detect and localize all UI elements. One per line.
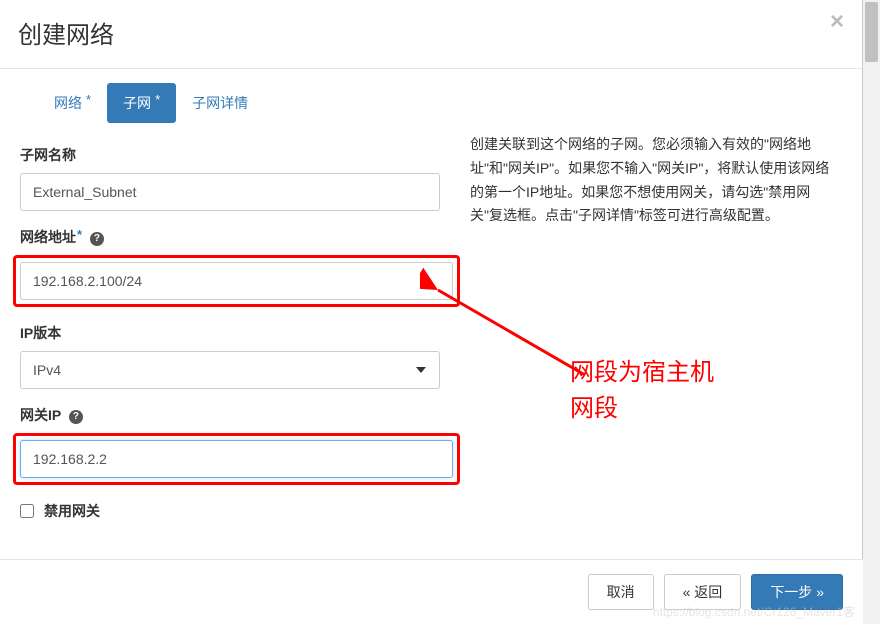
required-mark: * <box>86 92 91 107</box>
help-text: 创建关联到这个网络的子网。您必须输入有效的"网络地址"和"网关IP"。如果您不输… <box>470 133 842 228</box>
vertical-scrollbar[interactable] <box>863 0 880 624</box>
tab-network[interactable]: 网络 * <box>38 83 107 123</box>
field-disable-gateway: 禁用网关 <box>20 501 440 521</box>
help-column: 创建关联到这个网络的子网。您必须输入有效的"网络地址"和"网关IP"。如果您不输… <box>470 83 842 521</box>
subnet-name-input[interactable] <box>20 173 440 211</box>
subnet-name-label: 子网名称 <box>20 145 440 165</box>
field-network-address: 网络地址* ? <box>20 227 440 307</box>
tab-label: 子网详情 <box>192 93 248 113</box>
tab-label: 子网 <box>123 93 151 113</box>
form-column: 网络* 子网* 子网详情 子网名称 网络地址* ? <box>20 83 440 521</box>
modal-header: 创建网络 × <box>0 0 862 69</box>
field-ip-version: IP版本 <box>20 323 440 389</box>
modal-title: 创建网络 <box>18 15 842 50</box>
gateway-ip-label: 网关IP ? <box>20 405 440 425</box>
cancel-button[interactable]: 取消 <box>588 574 654 610</box>
help-icon[interactable]: ? <box>90 232 104 246</box>
wizard-tabs: 网络 * 子网 * 子网详情 <box>20 83 440 123</box>
required-mark: * <box>77 227 82 242</box>
modal-footer: 取消 « 返回 下一步 » <box>0 559 863 624</box>
create-network-modal: 创建网络 × 网络* 子网* 子网详情 子网名称 网 <box>0 0 863 624</box>
ip-version-select-wrap <box>20 351 440 389</box>
field-gateway-ip: 网关IP ? <box>20 405 440 485</box>
ip-version-select[interactable] <box>20 351 440 389</box>
next-button[interactable]: 下一步 » <box>751 574 843 610</box>
network-address-input[interactable] <box>20 262 453 300</box>
annotation-highlight-box <box>13 433 460 485</box>
gateway-ip-input[interactable] <box>20 440 453 478</box>
disable-gateway-checkbox[interactable] <box>20 504 34 518</box>
required-mark: * <box>155 92 160 107</box>
tab-subnet-details[interactable]: 子网详情 <box>176 83 264 123</box>
label-text: 网络地址 <box>20 229 76 245</box>
modal-body: 网络* 子网* 子网详情 子网名称 网络地址* ? <box>0 69 862 531</box>
back-button[interactable]: « 返回 <box>664 574 742 610</box>
disable-gateway-label: 禁用网关 <box>44 501 100 521</box>
field-subnet-name: 子网名称 <box>20 145 440 211</box>
ip-version-label: IP版本 <box>20 323 440 343</box>
scrollbar-thumb[interactable] <box>865 2 878 62</box>
close-icon[interactable]: × <box>830 10 844 34</box>
help-icon[interactable]: ? <box>69 410 83 424</box>
tab-label: 网络 <box>54 93 82 113</box>
network-address-label: 网络地址* ? <box>20 227 440 247</box>
annotation-highlight-box <box>13 255 460 307</box>
label-text: 网关IP <box>20 407 61 423</box>
tab-subnet[interactable]: 子网 * <box>107 83 176 123</box>
